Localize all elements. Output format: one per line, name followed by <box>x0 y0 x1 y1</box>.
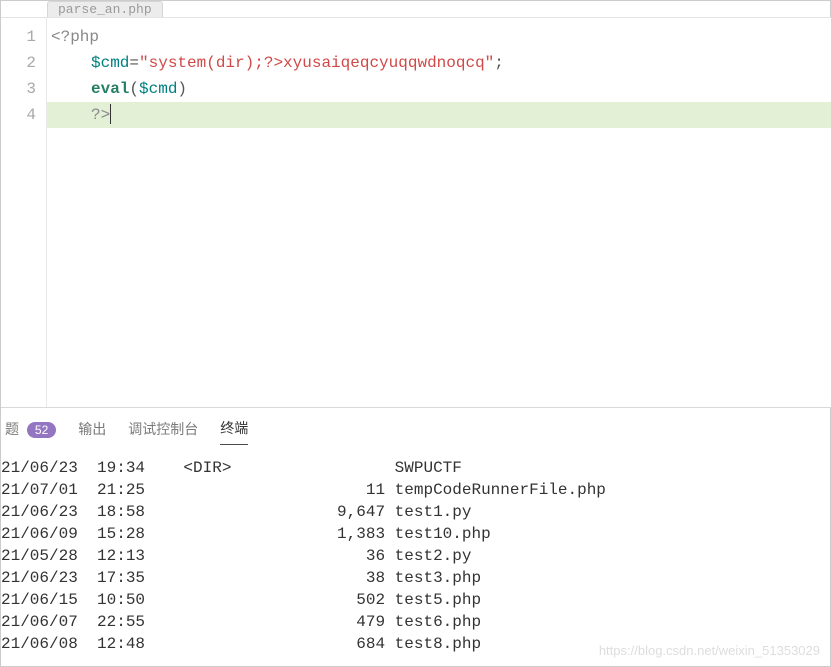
code-editor[interactable]: 1 2 3 4 <?php $cmd="system(dir);?>xyusai… <box>1 17 831 407</box>
file-tab[interactable]: parse_an.php <box>47 1 163 17</box>
php-open-tag: <?php <box>51 28 99 46</box>
php-close-tag: ?> <box>91 106 110 124</box>
line-number: 4 <box>1 102 36 128</box>
line-number: 1 <box>1 24 36 50</box>
code-line[interactable]: $cmd="system(dir);?>xyusaiqeqcyuqqwdnoqc… <box>47 50 831 76</box>
paren-close-token: ) <box>177 80 187 98</box>
panel-tab-bar: 题 52 输出 调试控制台 终端 <box>1 408 831 451</box>
tab-output[interactable]: 输出 <box>78 419 106 445</box>
code-area[interactable]: <?php $cmd="system(dir);?>xyusaiqeqcyuqq… <box>47 18 831 407</box>
code-line[interactable]: eval($cmd) <box>47 76 831 102</box>
variable-token: $cmd <box>91 54 129 72</box>
semicolon-token: ; <box>494 54 504 72</box>
bottom-panel: 题 52 输出 调试控制台 终端 21/06/23 19:34 <DIR> SW… <box>1 407 831 655</box>
tab-problems-label: 题 <box>5 421 19 437</box>
assign-token: = <box>129 54 139 72</box>
line-number-gutter: 1 2 3 4 <box>1 18 47 407</box>
variable-token: $cmd <box>139 80 177 98</box>
editor-tab-bar: parse_an.php <box>1 1 831 17</box>
string-token: "system(dir);?>xyusaiqeqcyuqqwdnoqcq" <box>139 54 494 72</box>
line-number: 2 <box>1 50 36 76</box>
function-token: eval <box>91 80 129 98</box>
paren-open-token: ( <box>129 80 139 98</box>
text-caret <box>110 104 111 124</box>
tab-problems[interactable]: 题 52 <box>5 419 56 445</box>
terminal-output[interactable]: 21/06/23 19:34 <DIR> SWPUCTF 21/07/01 21… <box>1 451 831 655</box>
problems-count-badge: 52 <box>27 422 56 438</box>
active-line-highlight <box>47 102 831 128</box>
tab-terminal[interactable]: 终端 <box>220 418 248 445</box>
tab-debug-console[interactable]: 调试控制台 <box>128 419 198 445</box>
line-number: 3 <box>1 76 36 102</box>
code-line[interactable]: <?php <box>47 24 831 50</box>
